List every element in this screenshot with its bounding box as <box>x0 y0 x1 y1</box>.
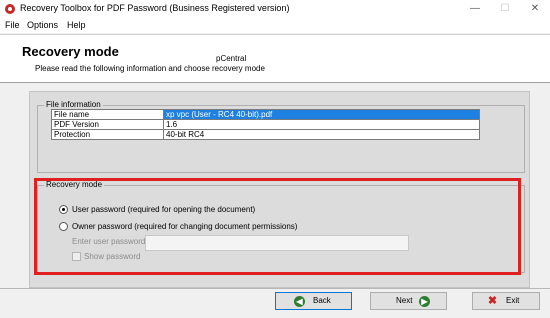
header-panel: Recovery mode pCentral Please read the f… <box>0 34 550 83</box>
exit-button-label: Exit <box>506 296 520 305</box>
title-bar: Recovery Toolbox for PDF Password (Busin… <box>0 0 550 18</box>
window-title: Recovery Toolbox for PDF Password (Busin… <box>20 3 290 13</box>
brand-text: pCentral <box>216 54 247 63</box>
back-arrow-icon: ◀ <box>294 296 305 307</box>
divider <box>0 288 550 289</box>
table-row[interactable]: Protection 40-bit RC4 <box>51 129 480 140</box>
minimize-button[interactable]: — <box>460 0 490 18</box>
app-icon <box>5 4 15 14</box>
file-information-table: File name xp vpc (User - RC4 40-bit).pdf… <box>51 109 480 140</box>
protection-value[interactable]: 40-bit RC4 <box>163 129 480 140</box>
menu-bar: File Options Help <box>0 18 550 33</box>
pdf-version-key: PDF Version <box>51 119 164 130</box>
page-title: Recovery mode <box>22 44 119 59</box>
next-arrow-icon: ▶ <box>419 296 430 307</box>
next-button[interactable]: Next ▶ <box>370 292 447 310</box>
file-name-value[interactable]: xp vpc (User - RC4 40-bit).pdf <box>163 109 480 120</box>
back-button[interactable]: ◀ Back <box>275 292 352 310</box>
close-x-icon: ✖ <box>487 295 498 307</box>
pdf-version-value[interactable]: 1.6 <box>163 119 480 130</box>
exit-button[interactable]: ✖ Exit <box>472 292 540 310</box>
back-button-label: Back <box>313 296 331 305</box>
page-subtitle: Please read the following information an… <box>35 64 265 73</box>
protection-key: Protection <box>51 129 164 140</box>
menu-help[interactable]: Help <box>67 20 86 30</box>
maximize-button[interactable]: ☐ <box>490 0 520 18</box>
table-row[interactable]: File name xp vpc (User - RC4 40-bit).pdf <box>51 109 480 120</box>
table-row[interactable]: PDF Version 1.6 <box>51 119 480 130</box>
file-information-label: File information <box>44 100 103 109</box>
file-name-key: File name <box>51 109 164 120</box>
menu-options[interactable]: Options <box>27 20 58 30</box>
highlight-rectangle <box>34 178 521 275</box>
close-button[interactable]: ✕ <box>520 0 550 18</box>
menu-file[interactable]: File <box>5 20 20 30</box>
next-button-label: Next <box>396 296 413 305</box>
